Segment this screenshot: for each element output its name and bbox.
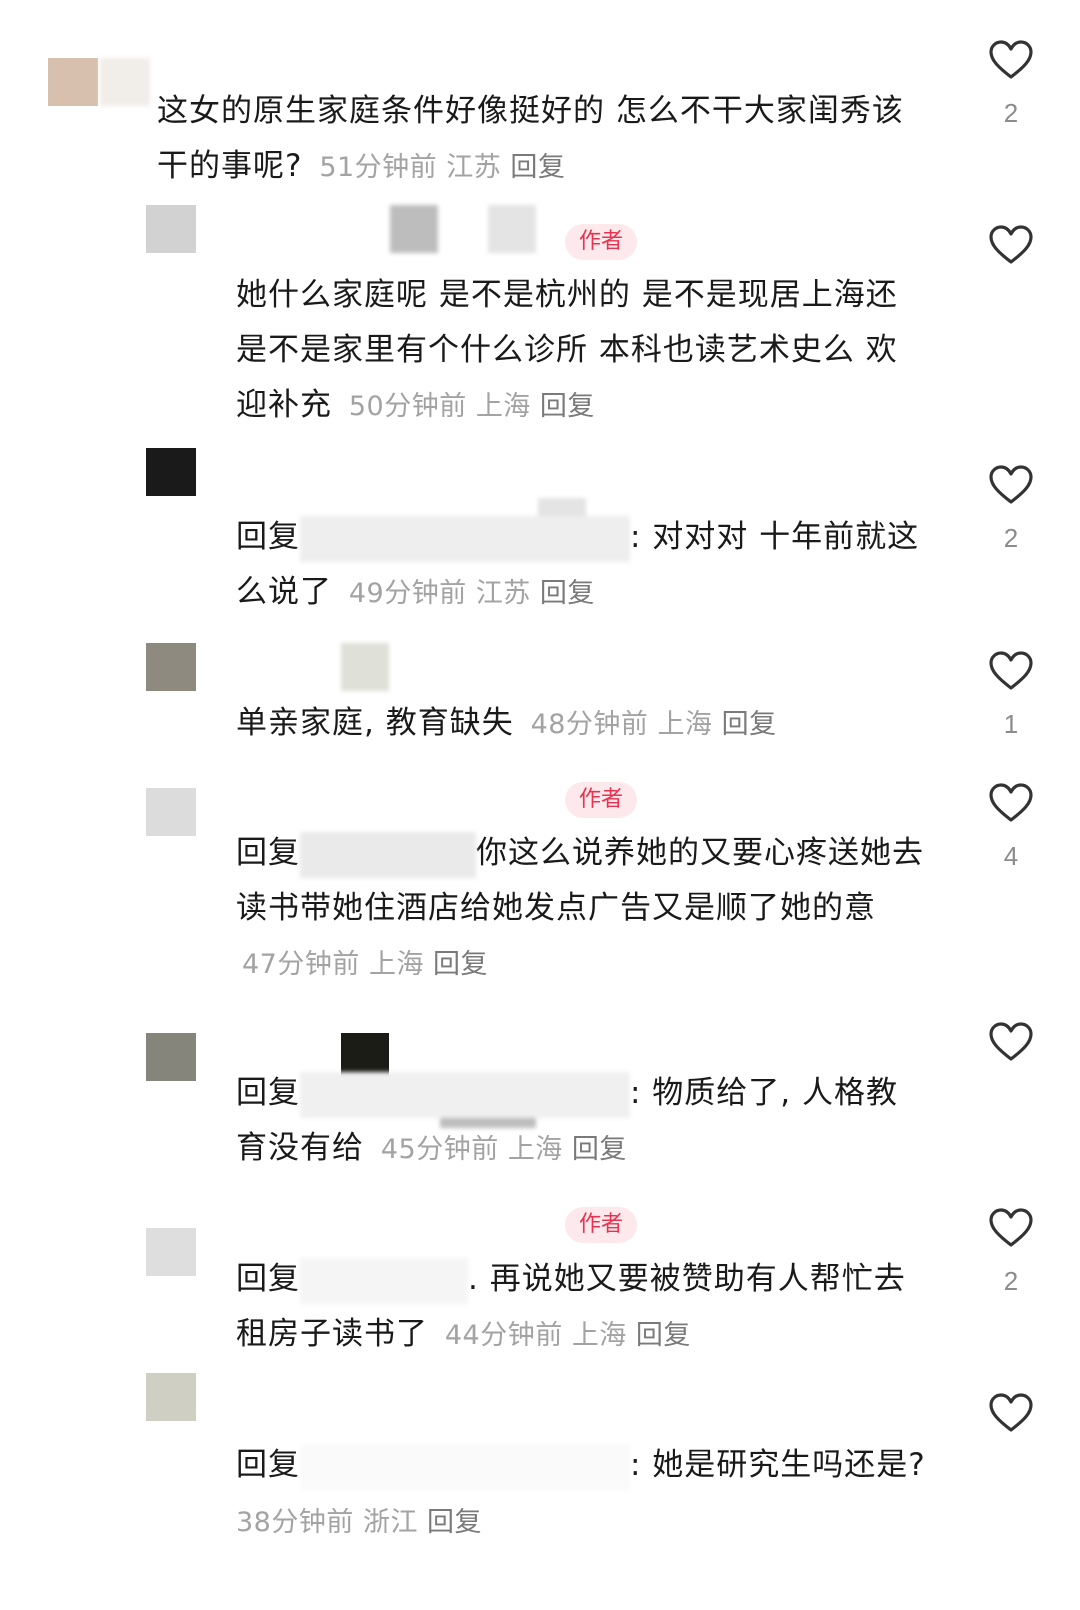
- comment-text: 单亲家庭, 教育缺失 48分钟前 上海 回复: [236, 696, 926, 752]
- comment-location: 上海: [368, 949, 424, 980]
- comment-text: 回复 你这么说养她的又要心疼送她去读书带她住酒店给她发点广告又是顺了她的意 47分…: [236, 826, 926, 992]
- comment-meta: 48分钟前 上海 回复: [531, 709, 777, 740]
- reply-button[interactable]: 回复: [427, 1507, 482, 1538]
- like-count: 2: [1003, 98, 1019, 128]
- reply-prefix: 回复: [236, 1075, 300, 1111]
- heart-outline-icon: [989, 465, 1033, 504]
- comment-time: 38分钟前: [236, 1507, 354, 1538]
- comment-text: 回复: 对对对 十年前就这么说了 49分钟前 江苏 回复: [236, 510, 926, 621]
- comment-body: : 她是研究生吗还是?: [630, 1447, 926, 1483]
- comment-location: 江苏: [475, 578, 531, 609]
- reply-button[interactable]: 回复: [433, 949, 488, 980]
- heart-outline-icon: [989, 1393, 1033, 1432]
- comment-text: 这女的原生家庭条件好像挺好的 怎么不干大家闺秀该干的事呢? 51分钟前 江苏 回…: [157, 84, 927, 195]
- reply-button[interactable]: 回复: [636, 1320, 691, 1351]
- username-blurred[interactable]: [390, 205, 438, 253]
- comment-text: 她什么家庭呢 是不是杭州的 是不是现居上海还是不是家里有个什么诊所 本科也读艺术…: [236, 268, 926, 434]
- like-button[interactable]: 2: [987, 465, 1035, 554]
- author-badge: 作者: [565, 1207, 637, 1243]
- comment-text: 回复 : 她是研究生吗还是? 38分钟前 浙江 回复: [236, 1438, 926, 1550]
- comment-meta: 44分钟前 上海 回复: [445, 1320, 691, 1351]
- like-count: 2: [1003, 523, 1019, 553]
- heart-outline-icon: [989, 40, 1033, 79]
- avatar[interactable]: [146, 1373, 196, 1421]
- like-button[interactable]: 2: [987, 1208, 1035, 1297]
- comment-meta: 49分钟前 江苏 回复: [349, 578, 595, 609]
- comment-location: 上海: [571, 1320, 627, 1351]
- comment-meta: 47分钟前 上海 回复: [242, 949, 488, 980]
- comment-time: 45分钟前: [380, 1134, 499, 1165]
- like-button[interactable]: 2: [987, 40, 1035, 129]
- mention-blurred[interactable]: [300, 1257, 468, 1304]
- avatar[interactable]: [146, 1228, 196, 1276]
- heart-outline-icon: [989, 783, 1033, 822]
- like-count: 1: [1003, 709, 1019, 739]
- like-button[interactable]: [987, 225, 1035, 283]
- comment-location: 浙江: [362, 1507, 418, 1538]
- like-count: 4: [1003, 841, 1019, 871]
- comment-time: 51分钟前: [319, 152, 438, 183]
- avatar[interactable]: [146, 1033, 196, 1081]
- username-blurred[interactable]: [488, 205, 536, 253]
- reply-prefix: 回复: [236, 835, 300, 871]
- like-count: 2: [1003, 1266, 1019, 1296]
- avatar[interactable]: [146, 788, 196, 836]
- avatar[interactable]: [146, 448, 196, 496]
- heart-outline-icon: [989, 651, 1033, 690]
- heart-outline-icon: [989, 225, 1033, 264]
- reply-prefix: 回复: [236, 1261, 300, 1297]
- comment-meta: 38分钟前 浙江 回复: [236, 1507, 482, 1538]
- comment-location: 上海: [657, 709, 713, 740]
- reply-button[interactable]: 回复: [540, 578, 595, 609]
- like-button[interactable]: [987, 1022, 1035, 1080]
- mention-blurred[interactable]: [300, 1443, 630, 1490]
- reply-prefix: 回复: [236, 1447, 300, 1483]
- comment-meta: 45分钟前 上海 回复: [381, 1134, 627, 1165]
- like-button[interactable]: 1: [987, 651, 1035, 740]
- like-button[interactable]: [987, 1393, 1035, 1451]
- avatar[interactable]: [146, 205, 196, 253]
- reply-prefix: 回复: [236, 519, 300, 555]
- author-badge: 作者: [565, 224, 637, 260]
- comment-location: 上海: [475, 391, 531, 422]
- avatar[interactable]: [146, 643, 196, 691]
- comment-body: 单亲家庭, 教育缺失: [236, 705, 514, 741]
- heart-outline-icon: [989, 1208, 1033, 1247]
- like-button[interactable]: 4: [987, 783, 1035, 872]
- comment-location: 上海: [507, 1134, 563, 1165]
- comment-meta: 51分钟前 江苏 回复: [319, 152, 565, 183]
- author-badge: 作者: [565, 782, 637, 818]
- reply-button[interactable]: 回复: [572, 1134, 627, 1165]
- reply-button[interactable]: 回复: [540, 391, 595, 422]
- reply-button[interactable]: 回复: [510, 152, 565, 183]
- comment-text: 回复: 物质给了, 人格教育没有给 45分钟前 上海 回复: [236, 1066, 926, 1177]
- comment-text: 回复. 再说她又要被赞助有人帮忙去租房子读书了 44分钟前 上海 回复: [236, 1252, 926, 1363]
- comment-location: 江苏: [446, 152, 502, 183]
- heart-outline-icon: [989, 1022, 1033, 1061]
- mention-blurred[interactable]: [300, 831, 476, 878]
- comment-time: 44分钟前: [444, 1320, 563, 1351]
- comment-meta: 50分钟前 上海 回复: [349, 391, 595, 422]
- username-blurred[interactable]: [341, 643, 389, 691]
- mention-blurred[interactable]: [300, 1071, 630, 1118]
- mention-blurred[interactable]: [300, 515, 630, 562]
- comment-time: 47分钟前: [242, 949, 360, 980]
- comment-time: 49分钟前: [348, 578, 467, 609]
- reply-button[interactable]: 回复: [722, 709, 777, 740]
- username-blurred[interactable]: [100, 58, 150, 106]
- comment-time: 48分钟前: [530, 709, 649, 740]
- avatar[interactable]: [48, 58, 98, 106]
- comment-time: 50分钟前: [348, 391, 467, 422]
